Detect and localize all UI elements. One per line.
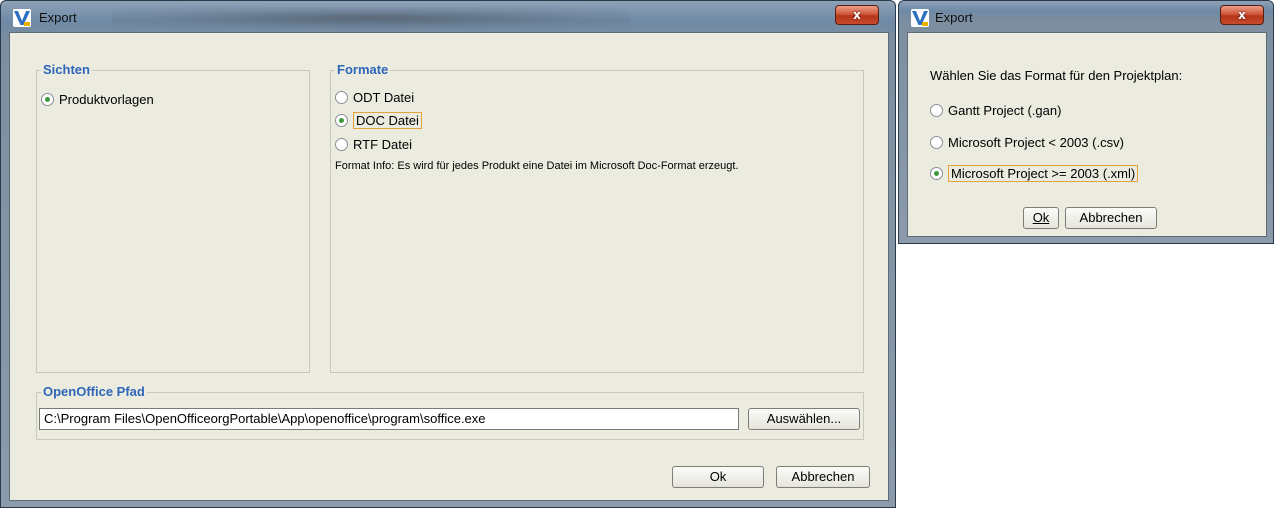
openoffice-group-title: OpenOffice Pfad xyxy=(41,384,147,399)
title-bar[interactable]: Export x xyxy=(1,1,895,33)
views-group-title: Sichten xyxy=(41,62,92,77)
cancel-button[interactable]: Abbrechen xyxy=(776,466,870,488)
project-export-dialog-window: Export x Wählen Sie das Format für den P… xyxy=(898,0,1274,244)
ok-button[interactable]: Ok xyxy=(672,466,764,488)
views-group: Sichten Produktvorlagen xyxy=(36,62,310,373)
radio-icon xyxy=(930,135,943,149)
view-option-label: Produktvorlagen xyxy=(59,91,154,107)
project-option-label: Gantt Project (.gan) xyxy=(948,102,1062,118)
radio-icon xyxy=(335,90,348,104)
radio-icon xyxy=(41,92,54,106)
format-option-label: DOC Datei xyxy=(353,111,422,129)
cancel-button[interactable]: Abbrechen xyxy=(1065,207,1157,229)
format-option-odt[interactable]: ODT Datei xyxy=(335,87,414,107)
radio-icon xyxy=(930,166,943,180)
close-icon: x xyxy=(853,8,861,22)
close-icon: x xyxy=(1238,8,1246,22)
window-title: Export xyxy=(39,10,77,25)
app-v-icon[interactable] xyxy=(13,9,31,27)
project-option-csv[interactable]: Microsoft Project < 2003 (.csv) xyxy=(930,132,1124,152)
format-option-rtf[interactable]: RTF Datei xyxy=(335,134,412,154)
close-button[interactable]: x xyxy=(835,5,879,25)
view-option-produktvorlagen[interactable]: Produktvorlagen xyxy=(41,89,154,109)
radio-icon xyxy=(930,103,943,117)
project-option-gantt[interactable]: Gantt Project (.gan) xyxy=(930,100,1061,120)
format-option-label: ODT Datei xyxy=(353,89,415,105)
ok-button[interactable]: Ok xyxy=(1023,207,1059,229)
window-title: Export xyxy=(935,10,973,25)
dialog-client-area: Wählen Sie das Format für den Projektpla… xyxy=(907,32,1267,237)
dialog-client-area: Sichten Produktvorlagen Formate ODT Date… xyxy=(9,32,889,501)
formats-group-title: Formate xyxy=(335,62,391,77)
project-option-label: Microsoft Project >= 2003 (.xml) xyxy=(948,164,1139,182)
ok-button-label: Ok xyxy=(1032,210,1050,225)
project-format-prompt: Wählen Sie das Format für den Projektpla… xyxy=(930,68,1183,83)
title-bar[interactable]: Export x xyxy=(899,1,1273,33)
radio-icon xyxy=(335,137,348,151)
format-info-text: Format Info: Es wird für jedes Produkt e… xyxy=(335,160,739,172)
format-option-doc[interactable]: DOC Datei xyxy=(335,110,422,130)
title-glow xyxy=(111,7,631,29)
app-v-icon[interactable] xyxy=(911,9,929,27)
formats-group: Formate ODT Datei DOC Datei RTF Datei Fo… xyxy=(330,62,864,373)
close-button[interactable]: x xyxy=(1220,5,1264,25)
project-option-label: Microsoft Project < 2003 (.csv) xyxy=(948,134,1124,150)
project-option-xml[interactable]: Microsoft Project >= 2003 (.xml) xyxy=(930,163,1139,183)
format-option-label: RTF Datei xyxy=(353,136,412,152)
radio-icon xyxy=(335,113,348,127)
export-dialog-window: Export x Sichten Produktvorlagen Formate… xyxy=(0,0,896,508)
browse-button[interactable]: Auswählen... xyxy=(748,408,860,430)
openoffice-group: OpenOffice Pfad C:\Program Files\OpenOff… xyxy=(36,384,864,440)
openoffice-path-field[interactable]: C:\Program Files\OpenOfficeorgPortable\A… xyxy=(39,408,739,430)
